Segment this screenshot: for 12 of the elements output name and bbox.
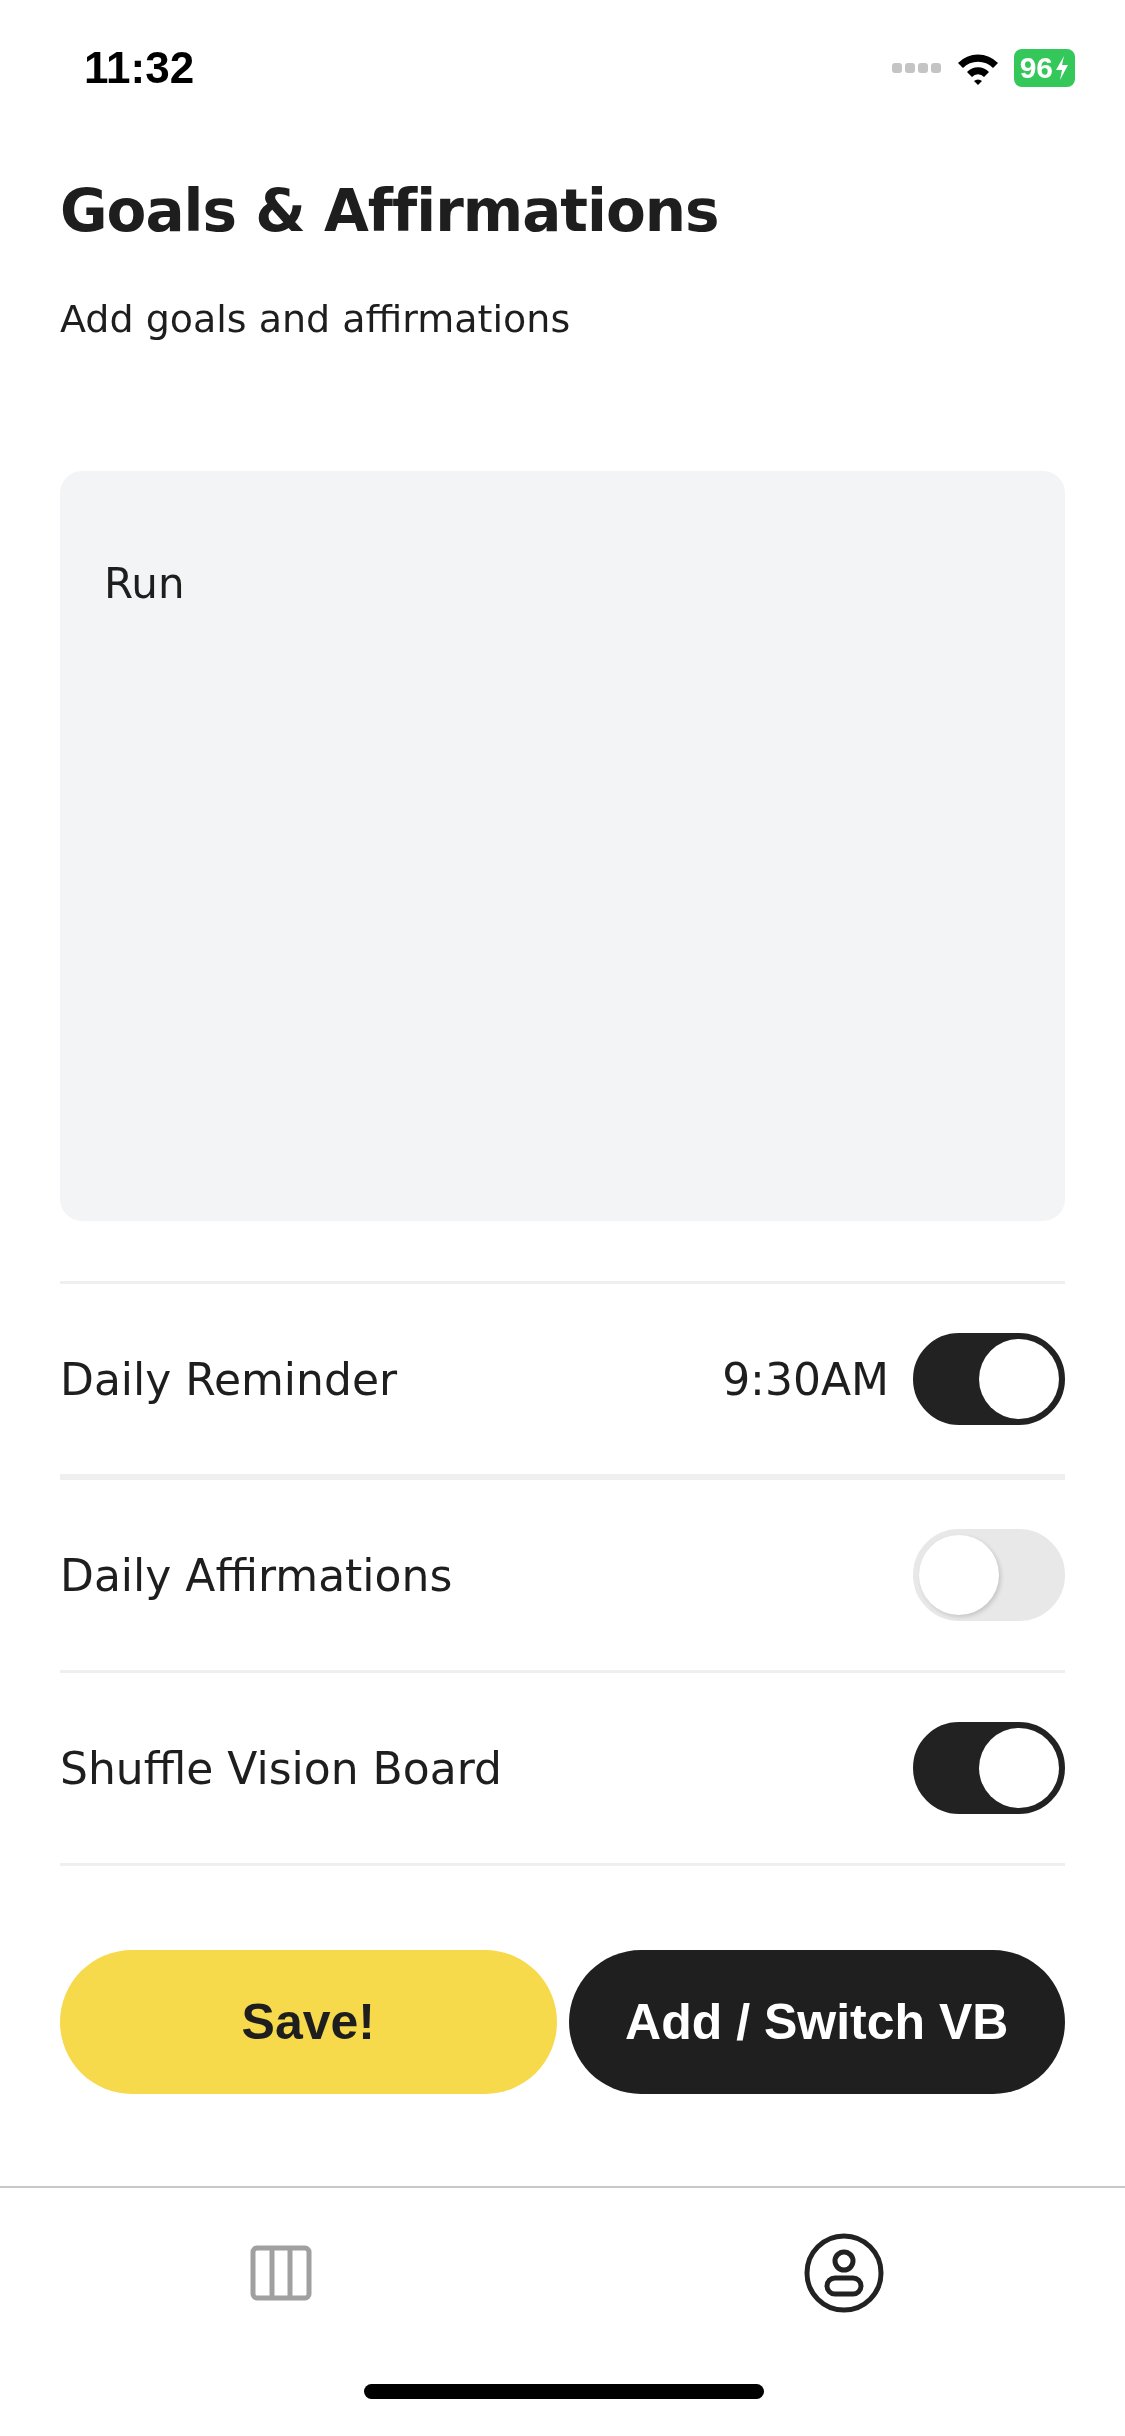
setting-label: Shuffle Vision Board	[60, 1742, 503, 1794]
switch-button[interactable]: Add / Switch VB	[568, 1950, 1065, 2094]
setting-label: Daily Reminder	[60, 1353, 399, 1405]
goals-field[interactable]: Run	[60, 471, 1065, 1221]
signal-icon	[891, 61, 942, 74]
page-title: Goals & Affirmations	[60, 177, 720, 245]
save-button[interactable]: Save!	[60, 1950, 557, 2094]
reminder-time[interactable]: 9:30AM	[722, 1353, 889, 1405]
subtitle: Add goals and affirmations	[60, 297, 572, 341]
setting-label: Daily Affirmations	[60, 1549, 454, 1601]
status-time: 11:32	[84, 42, 195, 93]
battery-icon: 96	[1013, 48, 1075, 87]
